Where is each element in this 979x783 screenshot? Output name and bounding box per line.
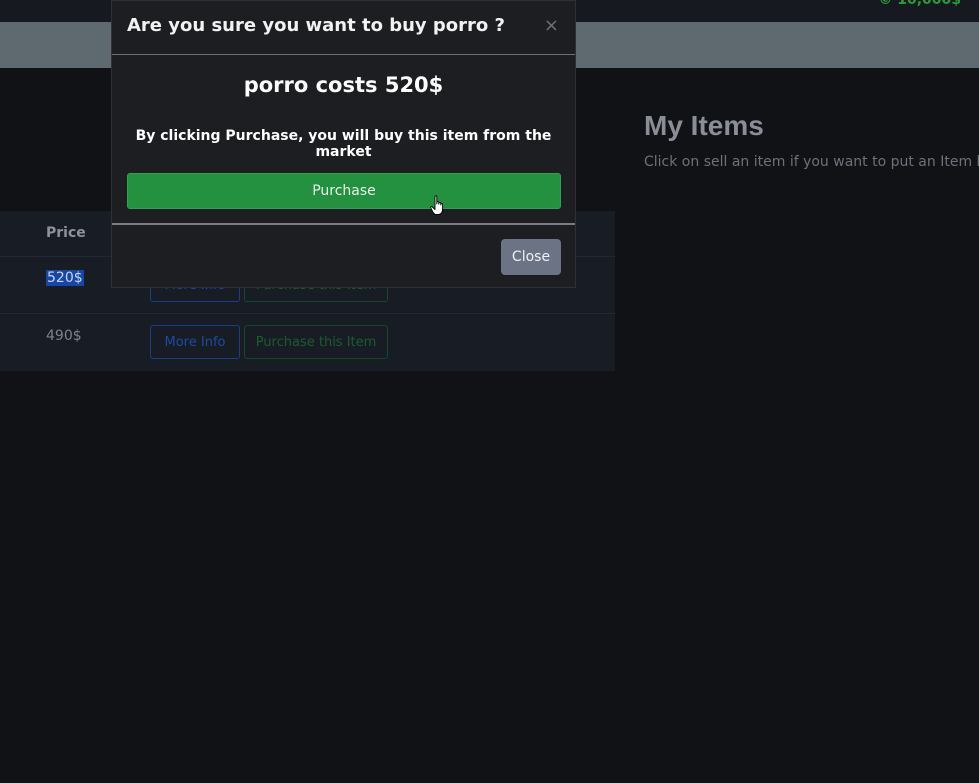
table-cell-price: 490$ xyxy=(46,328,82,344)
purchase-confirm-modal: Are you sure you want to buy porro ? × p… xyxy=(111,0,576,288)
purchase-button[interactable]: Purchase xyxy=(127,173,561,209)
close-button[interactable]: Close xyxy=(501,239,561,275)
budget-label: © 10,000$ xyxy=(878,0,961,8)
table-divider xyxy=(0,313,615,314)
close-icon[interactable]: × xyxy=(544,15,559,36)
modal-header: Are you sure you want to buy porro ? × xyxy=(112,1,575,55)
page: © 10,000$ Price 520$ More Info Purchase … xyxy=(0,0,979,783)
price-column-header: Price xyxy=(46,225,86,241)
my-items-title: My Items xyxy=(644,110,764,141)
my-items-subtitle: Click on sell an item if you want to put… xyxy=(644,154,979,170)
item-cost-text: porro costs 520$ xyxy=(243,73,444,97)
modal-footer: Close xyxy=(112,223,575,289)
modal-title: Are you sure you want to buy porro ? xyxy=(127,15,505,36)
hand-pointer-icon xyxy=(430,195,444,215)
purchase-description: By clicking Purchase, you will buy this … xyxy=(135,128,552,160)
more-info-button[interactable]: More Info xyxy=(150,325,240,359)
purchase-item-button[interactable]: Purchase this Item xyxy=(244,325,388,359)
table-cell-price: 520$ xyxy=(46,270,84,286)
modal-body: porro costs 520$ By clicking Purchase, y… xyxy=(112,56,575,223)
